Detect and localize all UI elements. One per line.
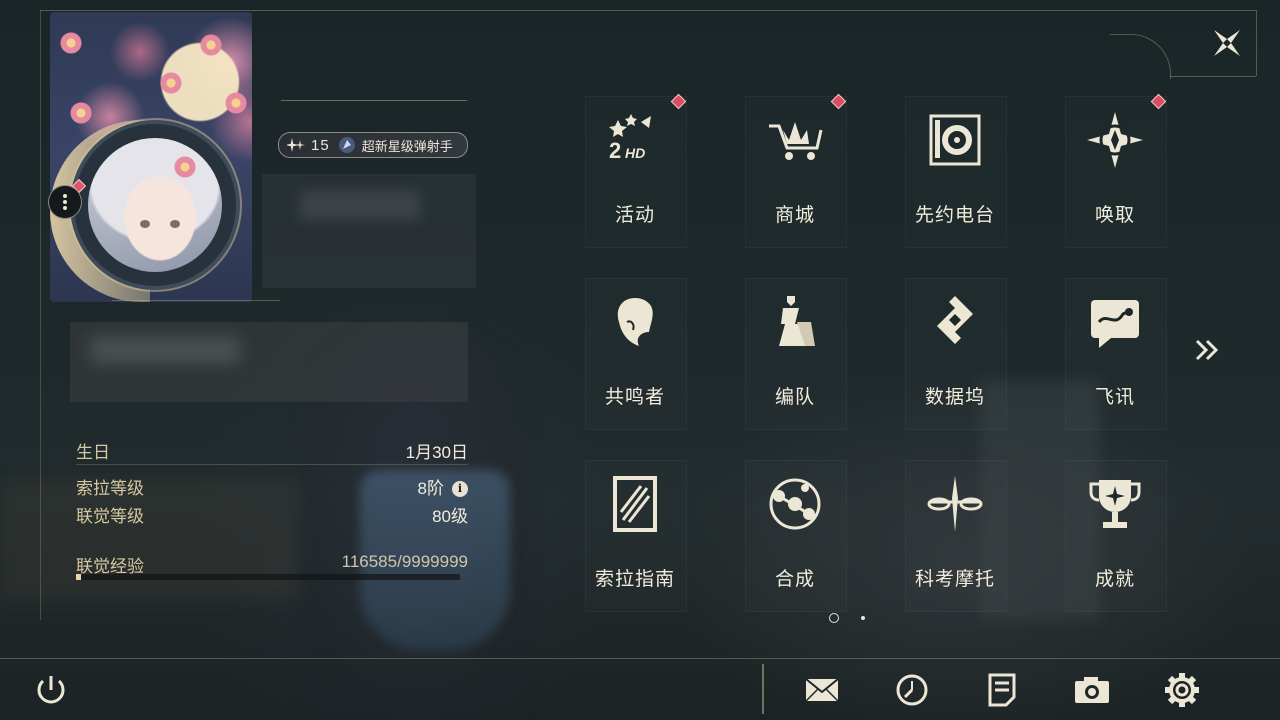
menu-tile-label: 共鸣者 bbox=[604, 387, 665, 408]
sparkle-icon bbox=[287, 138, 305, 152]
menu-tile-label: 合成 bbox=[774, 569, 815, 590]
menu-tile[interactable]: 唤取 bbox=[1065, 93, 1167, 248]
union-exp-progress-bar bbox=[76, 574, 460, 580]
resonator-icon bbox=[605, 292, 665, 352]
menu-tile[interactable]: 成就 bbox=[1065, 460, 1167, 612]
next-page-arrow-icon[interactable] bbox=[1194, 338, 1220, 362]
svg-text:HD: HD bbox=[625, 145, 645, 161]
close-icon[interactable] bbox=[1208, 24, 1246, 62]
menu-tile-label: 先约电台 bbox=[914, 205, 995, 226]
menu-tile[interactable]: 2 HD 活动 bbox=[585, 93, 687, 248]
event-icon: 2 HD bbox=[605, 110, 665, 170]
team-icon bbox=[765, 292, 825, 352]
menu-tile[interactable]: 合成 bbox=[745, 460, 847, 612]
menu-tile[interactable]: 数据坞 bbox=[905, 278, 1007, 430]
notes-icon[interactable] bbox=[983, 672, 1021, 708]
menu-tile-label: 编队 bbox=[774, 387, 815, 408]
menu-tile[interactable]: 编队 bbox=[745, 278, 847, 430]
guidebook-icon bbox=[605, 474, 665, 534]
frame-corner bbox=[1110, 34, 1171, 79]
menu-tile-label: 数据坞 bbox=[924, 387, 985, 408]
motorbike-icon bbox=[925, 474, 985, 534]
name-divider bbox=[281, 100, 467, 101]
page-indicator-2[interactable] bbox=[861, 616, 865, 620]
union-exp-value: 116585/9999999 bbox=[341, 552, 468, 571]
rocket-icon bbox=[338, 137, 355, 153]
avatar[interactable] bbox=[70, 120, 240, 290]
menu-tile[interactable]: 索拉指南 bbox=[585, 460, 687, 612]
menu-tile[interactable]: 科考摩托 bbox=[905, 460, 1007, 612]
union-level-value: 80级 bbox=[432, 507, 468, 526]
badge-level: 15 bbox=[311, 136, 330, 154]
bottom-bar-line bbox=[0, 658, 1280, 659]
clock-icon[interactable] bbox=[893, 672, 931, 708]
union-level-label: 联觉等级 bbox=[76, 507, 144, 526]
more-options-icon bbox=[63, 194, 67, 210]
frame-line-top bbox=[40, 10, 1256, 11]
menu-tile[interactable]: 飞讯 bbox=[1065, 278, 1167, 430]
menu-tile[interactable]: 先约电台 bbox=[905, 96, 1007, 248]
badge-title: 超新星级弹射手 bbox=[361, 138, 453, 154]
frame-line-edge bbox=[1256, 10, 1257, 76]
achievement-icon bbox=[1085, 474, 1145, 534]
bottom-bar-separator bbox=[762, 664, 764, 714]
convene-icon bbox=[1085, 110, 1145, 170]
menu-tile-label: 成就 bbox=[1094, 569, 1135, 590]
background-table bbox=[0, 480, 300, 600]
page-indicator-1[interactable] bbox=[829, 613, 839, 623]
title-badge[interactable]: 15 超新星级弹射手 bbox=[278, 132, 468, 158]
menu-tile[interactable]: 共鸣者 bbox=[585, 278, 687, 430]
menu-tile[interactable]: 商城 bbox=[745, 93, 847, 248]
union-exp-progress-fill bbox=[76, 574, 81, 580]
synthesis-icon bbox=[765, 474, 825, 534]
menu-tile-label: 商城 bbox=[774, 205, 815, 226]
data-bank-icon bbox=[925, 292, 985, 352]
camera-icon[interactable] bbox=[1073, 672, 1111, 708]
birthday-label: 生日 bbox=[76, 443, 110, 462]
mail-icon[interactable] bbox=[803, 672, 841, 708]
menu-tile-label: 飞讯 bbox=[1094, 387, 1135, 408]
menu-tile-label: 唤取 bbox=[1094, 205, 1135, 226]
stat-divider bbox=[76, 464, 468, 465]
radio-icon bbox=[925, 110, 985, 170]
info-icon[interactable]: i bbox=[452, 480, 468, 497]
shop-icon bbox=[765, 110, 825, 170]
frame-line-left bbox=[40, 10, 41, 620]
power-icon[interactable] bbox=[32, 672, 70, 708]
menu-tile-label: 科考摩托 bbox=[914, 569, 995, 590]
message-icon bbox=[1085, 292, 1145, 352]
sola-level-label: 索拉等级 bbox=[76, 479, 144, 498]
svg-text:2: 2 bbox=[609, 138, 621, 163]
avatar-portrait bbox=[88, 138, 222, 272]
settings-icon[interactable] bbox=[1163, 672, 1201, 708]
frame-line-right bbox=[1170, 76, 1256, 77]
menu-tile-label: 活动 bbox=[614, 205, 655, 226]
sola-level-value: 8阶 bbox=[417, 479, 444, 498]
namecard-underline bbox=[112, 300, 280, 301]
player-name-blur-highlight bbox=[300, 190, 420, 220]
player-signature-blur-highlight bbox=[90, 336, 240, 364]
more-options-button[interactable] bbox=[48, 185, 82, 219]
menu-tile-label: 索拉指南 bbox=[594, 569, 675, 590]
birthday-value: 1月30日 bbox=[405, 443, 468, 462]
sola-level-row: 8阶 i bbox=[268, 474, 468, 499]
